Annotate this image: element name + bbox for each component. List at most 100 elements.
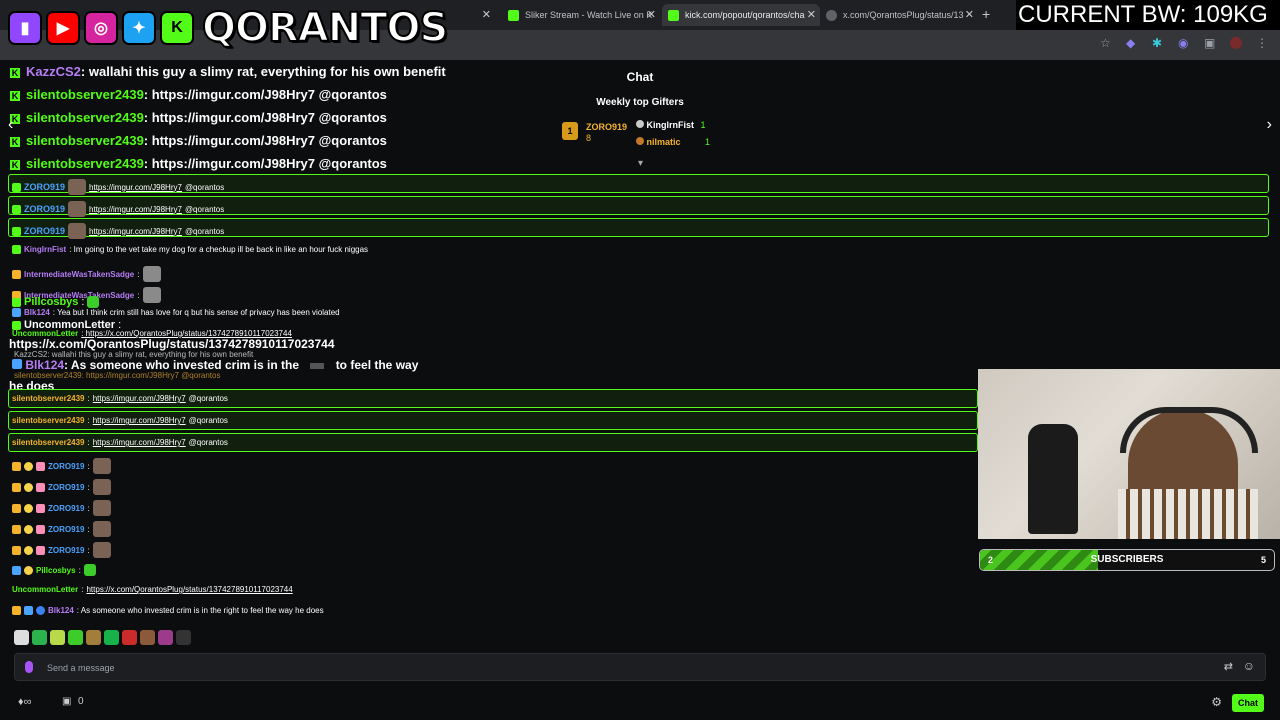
big-message: K KazzCS2: wallahi this guy a slimy rat, …: [10, 64, 446, 79]
kebab-menu-icon[interactable]: ⋮: [1256, 37, 1268, 49]
username[interactable]: silentobserver2439: [26, 110, 144, 125]
chat-send-button[interactable]: Chat: [1232, 694, 1264, 712]
avatar[interactable]: [1230, 37, 1242, 49]
message-input[interactable]: [45, 658, 1199, 678]
kick-badge-icon: K: [10, 67, 20, 78]
infinity-icon[interactable]: ♦∞: [18, 696, 31, 708]
ghost-message: silentobserver2439: https://imgur.com/J9…: [14, 371, 221, 380]
chat-area: K KazzCS2: wallahi this guy a slimy rat, …: [0, 60, 1280, 720]
gifter-name[interactable]: ZORO919: [586, 122, 627, 132]
emote[interactable]: [86, 630, 101, 645]
emote: [142, 266, 161, 282]
tab-x-status[interactable]: x.com/QorantosPlug/status/13 ✕: [820, 4, 978, 26]
gift-badge-icon: [36, 461, 45, 471]
message-link[interactable]: https://imgur.com/J98Hry7: [93, 438, 186, 447]
message-text: :: [137, 290, 140, 300]
message-link[interactable]: https://imgur.com/J98Hry7: [93, 394, 186, 403]
gifter-name[interactable]: nilmatic: [647, 137, 681, 147]
gifter-name[interactable]: KinglrnFist: [647, 120, 695, 130]
translate-icon[interactable]: ⇄: [1224, 660, 1233, 673]
username[interactable]: silentobserver2439: [26, 156, 144, 171]
username[interactable]: Pillcosbys: [36, 566, 76, 575]
username[interactable]: ZORO919: [24, 182, 65, 192]
message-link[interactable]: https://imgur.com/J98Hry7: [89, 183, 182, 192]
big-link-text[interactable]: https://x.com/QorantosPlug/status/137427…: [9, 337, 335, 351]
username[interactable]: Blk124: [24, 308, 50, 317]
emote: [92, 521, 111, 537]
message-row: IntermediateWasTakenSadge :: [12, 266, 161, 282]
plus-icon[interactable]: +: [982, 6, 990, 22]
username[interactable]: KinglrnFist: [24, 245, 66, 254]
shirt-shape: [1118, 489, 1258, 539]
message-link[interactable]: https://imgur.com/J98Hry7: [89, 205, 182, 214]
close-icon[interactable]: ✕: [965, 8, 974, 21]
translate-icon[interactable]: ✱: [1152, 37, 1164, 49]
close-icon[interactable]: ✕: [807, 8, 816, 21]
stream-logo-strip: ▮ ▶ ◎ ✦ K QORANTOS: [8, 4, 449, 52]
username[interactable]: Blk124: [48, 606, 74, 615]
subscriber-goal: 5: [1260, 555, 1266, 565]
emote[interactable]: [140, 630, 155, 645]
message-text: :: [87, 503, 90, 513]
emoji-icon[interactable]: ☺: [1243, 659, 1255, 673]
chat-title: Chat: [626, 70, 654, 84]
username[interactable]: silentobserver2439: [12, 438, 85, 447]
username[interactable]: ZORO919: [24, 204, 65, 214]
username[interactable]: silentobserver2439: [26, 87, 144, 102]
extension-icon[interactable]: ◆: [1126, 37, 1138, 49]
message-text: :: [81, 585, 84, 594]
username[interactable]: ZORO919: [24, 226, 65, 236]
username[interactable]: KazzCS2: [26, 64, 81, 79]
emote[interactable]: [32, 630, 47, 645]
shield-badge-icon: [12, 308, 21, 317]
voice-icon[interactable]: ◉: [1178, 37, 1190, 49]
username[interactable]: ZORO919: [48, 525, 84, 534]
emote: [83, 564, 96, 576]
puzzle-icon[interactable]: ▣: [1204, 37, 1216, 49]
close-icon[interactable]: ✕: [647, 8, 656, 21]
star-icon[interactable]: ☆: [1100, 37, 1112, 49]
username[interactable]: ZORO919: [48, 546, 84, 555]
message-link[interactable]: https://imgur.com/J98Hry7: [89, 227, 182, 236]
emote[interactable]: [14, 630, 29, 645]
username[interactable]: Pillcosbys: [24, 296, 78, 308]
username[interactable]: ZORO919: [48, 483, 84, 492]
kick-badge-icon: [12, 245, 21, 254]
tab-sliker[interactable]: Sliker Stream - Watch Live on K ✕: [502, 4, 660, 26]
message-row: UncommonLetter: https://x.com/QorantosPl…: [12, 585, 293, 594]
chevron-right-icon[interactable]: ›: [1267, 116, 1272, 134]
message-row: ZORO919:: [12, 458, 111, 474]
message-row: Pillcosbys:: [12, 564, 96, 576]
emote[interactable]: [122, 630, 137, 645]
emote[interactable]: [176, 630, 191, 645]
emote: [92, 500, 111, 516]
username[interactable]: silentobserver2439: [12, 394, 85, 403]
username[interactable]: silentobserver2439: [12, 416, 85, 425]
gear-icon[interactable]: ⚙: [1211, 695, 1222, 709]
close-icon[interactable]: ✕: [482, 8, 491, 21]
username[interactable]: ZORO919: [48, 462, 84, 471]
username[interactable]: silentobserver2439: [26, 133, 144, 148]
moon-badge-icon: [24, 565, 33, 575]
emote: [92, 542, 111, 558]
tab-kick-popout[interactable]: kick.com/popout/qorantos/cha ✕: [662, 4, 820, 26]
emote[interactable]: [68, 630, 83, 645]
emote[interactable]: [104, 630, 119, 645]
microphone-icon[interactable]: [25, 661, 33, 673]
emote[interactable]: [158, 630, 173, 645]
shield-badge-icon: [12, 565, 21, 575]
username[interactable]: ZORO919: [48, 504, 84, 513]
username[interactable]: Blk124: [25, 358, 64, 372]
kick-icon: K: [160, 11, 194, 45]
gift-badge-icon: [36, 524, 45, 534]
kick-badge-icon: K: [10, 159, 20, 170]
gift-icon[interactable]: ▣: [62, 696, 71, 707]
username[interactable]: IntermediateWasTakenSadge: [24, 270, 134, 279]
collapse-icon[interactable]: ▾: [638, 158, 643, 169]
chevron-left-icon[interactable]: ‹: [8, 116, 13, 134]
message-link[interactable]: https://imgur.com/J98Hry7: [93, 416, 186, 425]
message-text: : wallahi this guy a slimy rat, everythi…: [80, 64, 446, 79]
emote[interactable]: [50, 630, 65, 645]
username[interactable]: UncommonLetter: [12, 585, 78, 594]
message-link[interactable]: https://x.com/QorantosPlug/status/137427…: [86, 585, 292, 594]
